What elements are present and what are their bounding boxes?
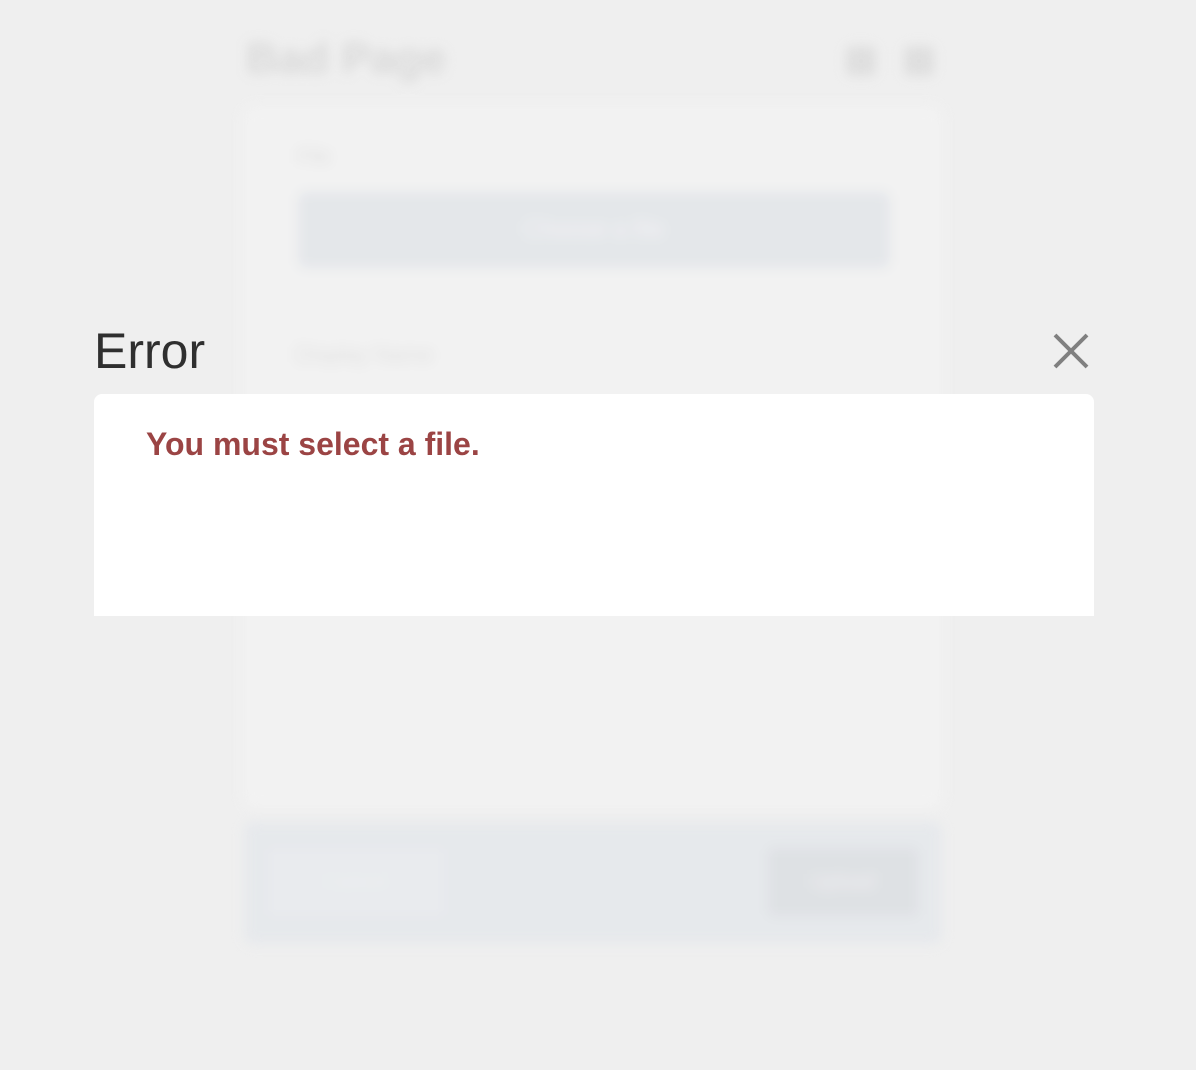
background-cancel-button: Cancel [268, 848, 444, 916]
background-file-label: File [298, 146, 331, 168]
background-settings-icon [904, 46, 934, 76]
close-button[interactable] [1048, 328, 1094, 374]
error-dialog-header: Error [94, 318, 1094, 388]
background-choose-file-button: Choose a file [298, 192, 890, 268]
error-message: You must select a file. [146, 426, 480, 462]
background-title: Bad Page [246, 34, 447, 83]
background-help-icon [846, 46, 876, 76]
error-dialog-title: Error [94, 323, 206, 379]
error-dialog-body: You must select a file. [94, 394, 1094, 616]
background-upload-button: Upload [768, 848, 918, 916]
background-footer: Cancel Upload [244, 822, 942, 944]
close-icon [1053, 333, 1089, 369]
